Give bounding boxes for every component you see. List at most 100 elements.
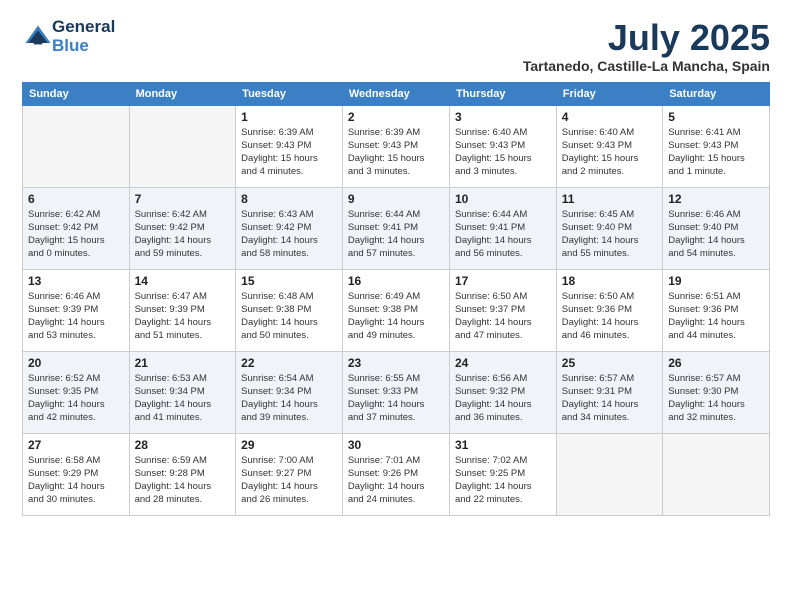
- calendar-day-cell: [23, 105, 130, 187]
- day-number: 22: [241, 356, 337, 370]
- calendar-day-cell: 9 Sunrise: 6:44 AM Sunset: 9:41 PM Daylig…: [342, 187, 449, 269]
- day-info: Sunrise: 6:41 AM Sunset: 9:43 PM Dayligh…: [668, 126, 764, 179]
- calendar-day-cell: 25 Sunrise: 6:57 AM Sunset: 9:31 PM Dayli…: [556, 351, 662, 433]
- calendar-day-cell: 22Sunrise: 6:54 AM Sunset: 9:34 PM Dayli…: [236, 351, 343, 433]
- day-info: Sunrise: 6:57 AM Sunset: 9:30 PM Dayligh…: [668, 372, 764, 425]
- calendar-week-row: 13 Sunrise: 6:46 AM Sunset: 9:39 PM Dayli…: [23, 269, 770, 351]
- calendar-day-cell: [556, 433, 662, 515]
- day-info: Sunrise: 6:56 AM Sunset: 9:32 PM Dayligh…: [455, 372, 551, 425]
- day-number: 16: [348, 274, 444, 288]
- day-info: Sunrise: 6:55 AM Sunset: 9:33 PM Dayligh…: [348, 372, 444, 425]
- day-info: Sunrise: 6:43 AM Sunset: 9:42 PM Dayligh…: [241, 208, 337, 261]
- day-number: 9: [348, 192, 444, 206]
- logo: General Blue: [22, 18, 115, 55]
- day-info: Sunrise: 6:58 AM Sunset: 9:29 PM Dayligh…: [28, 454, 124, 507]
- logo-icon: [24, 22, 52, 50]
- calendar-day-cell: 23 Sunrise: 6:55 AM Sunset: 9:33 PM Dayli…: [342, 351, 449, 433]
- day-number: 7: [135, 192, 231, 206]
- day-number: 14: [135, 274, 231, 288]
- day-info: Sunrise: 6:40 AM Sunset: 9:43 PM Dayligh…: [455, 126, 551, 179]
- day-info: Sunrise: 6:42 AM Sunset: 9:42 PM Dayligh…: [28, 208, 124, 261]
- calendar-day-cell: [129, 105, 236, 187]
- calendar-day-cell: 18 Sunrise: 6:50 AM Sunset: 9:36 PM Dayli…: [556, 269, 662, 351]
- day-number: 29: [241, 438, 337, 452]
- day-info: Sunrise: 6:50 AM Sunset: 9:37 PM Dayligh…: [455, 290, 551, 343]
- logo-general: General: [52, 18, 115, 37]
- calendar-day-cell: 27 Sunrise: 6:58 AM Sunset: 9:29 PM Dayli…: [23, 433, 130, 515]
- day-number: 2: [348, 110, 444, 124]
- day-number: 20: [28, 356, 124, 370]
- day-number: 15: [241, 274, 337, 288]
- calendar-week-row: 1 Sunrise: 6:39 AM Sunset: 9:43 PM Daylig…: [23, 105, 770, 187]
- calendar-day-cell: 6 Sunrise: 6:42 AM Sunset: 9:42 PM Daylig…: [23, 187, 130, 269]
- calendar-day-cell: 4Sunrise: 6:40 AM Sunset: 9:43 PM Daylig…: [556, 105, 662, 187]
- day-info: Sunrise: 6:53 AM Sunset: 9:34 PM Dayligh…: [135, 372, 231, 425]
- day-info: Sunrise: 6:46 AM Sunset: 9:39 PM Dayligh…: [28, 290, 124, 343]
- day-info: Sunrise: 7:01 AM Sunset: 9:26 PM Dayligh…: [348, 454, 444, 507]
- day-number: 27: [28, 438, 124, 452]
- day-info: Sunrise: 6:51 AM Sunset: 9:36 PM Dayligh…: [668, 290, 764, 343]
- day-info: Sunrise: 6:50 AM Sunset: 9:36 PM Dayligh…: [562, 290, 657, 343]
- calendar-day-cell: 24Sunrise: 6:56 AM Sunset: 9:32 PM Dayli…: [449, 351, 556, 433]
- calendar-day-cell: 21Sunrise: 6:53 AM Sunset: 9:34 PM Dayli…: [129, 351, 236, 433]
- calendar-day-cell: 19 Sunrise: 6:51 AM Sunset: 9:36 PM Dayli…: [663, 269, 770, 351]
- calendar-day-cell: 2 Sunrise: 6:39 AM Sunset: 9:43 PM Daylig…: [342, 105, 449, 187]
- calendar-table: SundayMondayTuesdayWednesdayThursdayFrid…: [22, 82, 770, 516]
- weekday-header-sunday: Sunday: [23, 82, 130, 105]
- calendar-day-cell: 8Sunrise: 6:43 AM Sunset: 9:42 PM Daylig…: [236, 187, 343, 269]
- calendar-day-cell: 1 Sunrise: 6:39 AM Sunset: 9:43 PM Daylig…: [236, 105, 343, 187]
- calendar-day-cell: 30Sunrise: 7:01 AM Sunset: 9:26 PM Dayli…: [342, 433, 449, 515]
- day-info: Sunrise: 6:40 AM Sunset: 9:43 PM Dayligh…: [562, 126, 657, 179]
- day-info: Sunrise: 6:42 AM Sunset: 9:42 PM Dayligh…: [135, 208, 231, 261]
- day-info: Sunrise: 7:02 AM Sunset: 9:25 PM Dayligh…: [455, 454, 551, 507]
- calendar-day-cell: 14Sunrise: 6:47 AM Sunset: 9:39 PM Dayli…: [129, 269, 236, 351]
- calendar-day-cell: 13 Sunrise: 6:46 AM Sunset: 9:39 PM Dayli…: [23, 269, 130, 351]
- calendar-day-cell: 10Sunrise: 6:44 AM Sunset: 9:41 PM Dayli…: [449, 187, 556, 269]
- day-number: 19: [668, 274, 764, 288]
- logo-blue: Blue: [52, 37, 115, 56]
- calendar-title: July 2025: [523, 18, 770, 58]
- day-number: 12: [668, 192, 764, 206]
- day-info: Sunrise: 6:57 AM Sunset: 9:31 PM Dayligh…: [562, 372, 657, 425]
- day-info: Sunrise: 6:39 AM Sunset: 9:43 PM Dayligh…: [241, 126, 337, 179]
- calendar-day-cell: 15 Sunrise: 6:48 AM Sunset: 9:38 PM Dayli…: [236, 269, 343, 351]
- day-number: 26: [668, 356, 764, 370]
- day-info: Sunrise: 7:00 AM Sunset: 9:27 PM Dayligh…: [241, 454, 337, 507]
- calendar-day-cell: 3 Sunrise: 6:40 AM Sunset: 9:43 PM Daylig…: [449, 105, 556, 187]
- calendar-day-cell: 17 Sunrise: 6:50 AM Sunset: 9:37 PM Dayli…: [449, 269, 556, 351]
- day-number: 28: [135, 438, 231, 452]
- day-number: 17: [455, 274, 551, 288]
- weekday-header-thursday: Thursday: [449, 82, 556, 105]
- calendar-day-cell: 20 Sunrise: 6:52 AM Sunset: 9:35 PM Dayli…: [23, 351, 130, 433]
- day-number: 13: [28, 274, 124, 288]
- weekday-header-saturday: Saturday: [663, 82, 770, 105]
- day-number: 31: [455, 438, 551, 452]
- calendar-day-cell: 16 Sunrise: 6:49 AM Sunset: 9:38 PM Dayli…: [342, 269, 449, 351]
- day-info: Sunrise: 6:52 AM Sunset: 9:35 PM Dayligh…: [28, 372, 124, 425]
- day-number: 3: [455, 110, 551, 124]
- calendar-day-cell: 29 Sunrise: 7:00 AM Sunset: 9:27 PM Dayli…: [236, 433, 343, 515]
- title-block: July 2025 Tartanedo, Castille-La Mancha,…: [523, 18, 770, 74]
- calendar-day-cell: [663, 433, 770, 515]
- calendar-day-cell: 12 Sunrise: 6:46 AM Sunset: 9:40 PM Dayli…: [663, 187, 770, 269]
- day-number: 6: [28, 192, 124, 206]
- calendar-week-row: 20 Sunrise: 6:52 AM Sunset: 9:35 PM Dayli…: [23, 351, 770, 433]
- calendar-day-cell: 31 Sunrise: 7:02 AM Sunset: 9:25 PM Dayli…: [449, 433, 556, 515]
- day-number: 1: [241, 110, 337, 124]
- day-number: 23: [348, 356, 444, 370]
- calendar-week-row: 27 Sunrise: 6:58 AM Sunset: 9:29 PM Dayli…: [23, 433, 770, 515]
- weekday-header-monday: Monday: [129, 82, 236, 105]
- page-header: General Blue July 2025 Tartanedo, Castil…: [22, 18, 770, 74]
- day-number: 25: [562, 356, 657, 370]
- day-info: Sunrise: 6:45 AM Sunset: 9:40 PM Dayligh…: [562, 208, 657, 261]
- calendar-day-cell: 11 Sunrise: 6:45 AM Sunset: 9:40 PM Dayli…: [556, 187, 662, 269]
- day-info: Sunrise: 6:46 AM Sunset: 9:40 PM Dayligh…: [668, 208, 764, 261]
- day-info: Sunrise: 6:39 AM Sunset: 9:43 PM Dayligh…: [348, 126, 444, 179]
- day-info: Sunrise: 6:48 AM Sunset: 9:38 PM Dayligh…: [241, 290, 337, 343]
- weekday-header-wednesday: Wednesday: [342, 82, 449, 105]
- day-number: 18: [562, 274, 657, 288]
- day-info: Sunrise: 6:49 AM Sunset: 9:38 PM Dayligh…: [348, 290, 444, 343]
- day-info: Sunrise: 6:44 AM Sunset: 9:41 PM Dayligh…: [455, 208, 551, 261]
- day-number: 11: [562, 192, 657, 206]
- day-info: Sunrise: 6:44 AM Sunset: 9:41 PM Dayligh…: [348, 208, 444, 261]
